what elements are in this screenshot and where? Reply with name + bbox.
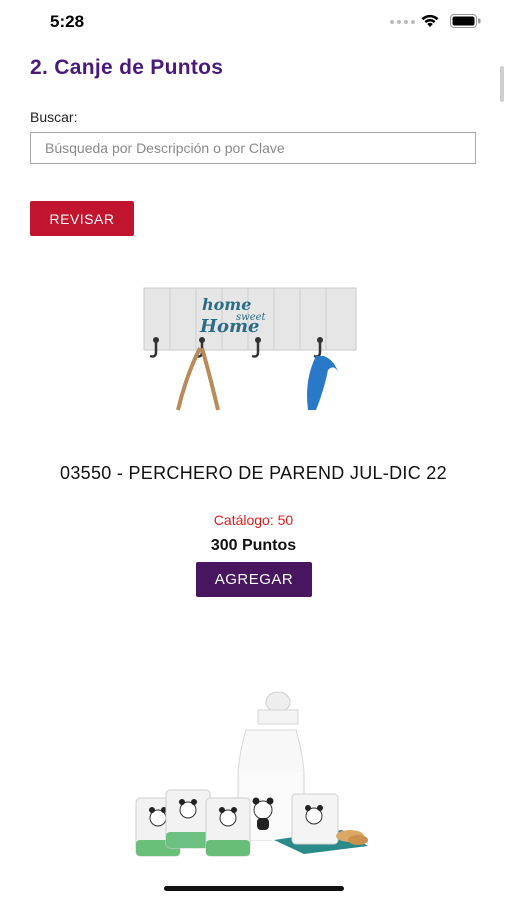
review-button[interactable]: REVISAR — [30, 201, 134, 236]
search-label: Buscar: — [30, 109, 78, 125]
catalog-text: Catálogo: 50 — [213, 512, 294, 528]
page-title: 2. Canje de Puntos — [30, 56, 224, 79]
points-text: 300 Puntos — [210, 537, 297, 554]
search-input[interactable] — [30, 132, 476, 164]
scrollbar[interactable] — [500, 66, 504, 102]
status-time: 5:28 — [50, 12, 85, 31]
product-image-panda-glass-set — [135, 691, 368, 857]
cellular-signal-icon — [390, 20, 415, 24]
home-indicator[interactable] — [164, 886, 344, 891]
product-image-coat-rack: home sweet Home — [143, 287, 357, 411]
wifi-icon — [421, 14, 439, 27]
product-title: 03550 - PERCHERO DE PAREND JUL-DIC 22 — [60, 463, 447, 483]
status-bar: 5:28 — [0, 0, 507, 46]
battery-icon — [450, 14, 481, 28]
add-button[interactable]: AGREGAR — [196, 562, 312, 597]
rack-text-home-2: Home — [199, 316, 260, 337]
